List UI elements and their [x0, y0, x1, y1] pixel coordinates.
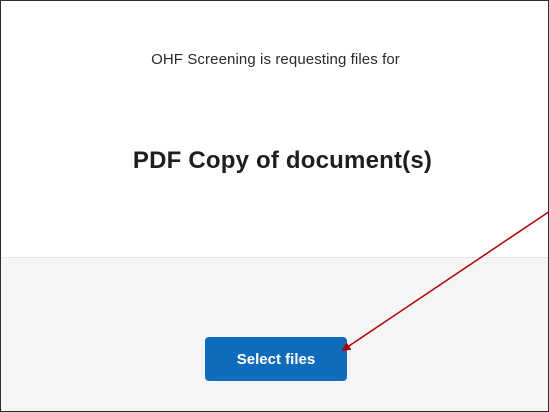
request-header: OHF Screening is requesting files for PD…	[1, 1, 548, 257]
file-request-panel: OHF Screening is requesting files for PD…	[0, 0, 549, 412]
select-files-button[interactable]: Select files	[205, 337, 347, 381]
document-title: PDF Copy of document(s)	[132, 147, 433, 174]
requester-text: OHF Screening is requesting files for	[151, 51, 400, 68]
upload-area	[1, 258, 548, 411]
